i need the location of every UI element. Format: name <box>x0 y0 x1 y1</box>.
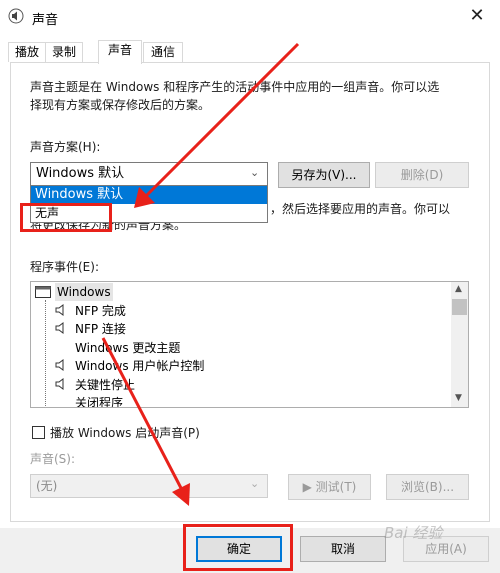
event-change-theme[interactable]: Windows 更改主题 <box>75 339 180 357</box>
event-close-program[interactable]: 关闭程序 <box>75 394 123 407</box>
event-nfp-complete[interactable]: NFP 完成 <box>75 302 126 320</box>
tab-playback[interactable]: 播放 <box>8 42 46 62</box>
cancel-button[interactable]: 取消 <box>300 536 386 562</box>
tab-recording[interactable]: 录制 <box>45 42 83 62</box>
speaker-icon <box>55 322 64 334</box>
delete-button[interactable]: 删除(D) <box>375 162 469 188</box>
event-critical-stop[interactable]: 关键性停止 <box>75 376 135 394</box>
description-line-1: 声音主题是在 Windows 和程序产生的活动事件中应用的一组声音。你可以选 <box>30 80 440 94</box>
tree-line <box>45 300 46 406</box>
startup-sound-checkbox[interactable] <box>32 426 45 439</box>
events-label: 程序事件(E): <box>30 260 99 274</box>
event-uac[interactable]: Windows 用户帐户控制 <box>75 357 204 375</box>
scheme-option-windows-default[interactable]: Windows 默认 <box>31 186 267 204</box>
scroll-thumb[interactable] <box>452 299 467 315</box>
annotation-box-ok <box>183 524 293 571</box>
chevron-down-icon: ⌄ <box>250 166 260 179</box>
close-button[interactable]: ✕ <box>462 4 492 30</box>
save-as-button[interactable]: 另存为(V)... <box>278 162 370 188</box>
watermark: Bai 经验 <box>384 524 443 542</box>
scroll-up-icon[interactable]: ▲ <box>455 284 462 294</box>
test-button[interactable]: ▶ 测试(T) <box>288 474 371 500</box>
description-line-2: 择现有方案或保存修改后的方案。 <box>30 98 211 112</box>
hint-line-1: ，然后选择要应用的声音。你可以 <box>270 202 451 216</box>
chevron-down-icon: ⌄ <box>250 477 260 490</box>
sound-label: 声音(S): <box>30 452 76 466</box>
speaker-icon <box>8 8 24 24</box>
event-close-program-clip: 关闭程序 <box>31 394 451 407</box>
startup-sound-label: 播放 Windows 启动声音(P) <box>50 426 200 440</box>
browse-button[interactable]: 浏览(B)... <box>386 474 469 500</box>
scheme-label: 声音方案(H): <box>30 140 101 154</box>
sound-select[interactable]: (无) <box>30 474 268 498</box>
window-title: 声音 <box>32 13 59 28</box>
speaker-icon <box>55 378 64 390</box>
title-bar <box>0 0 500 34</box>
event-group-windows[interactable]: Windows <box>55 283 113 301</box>
speaker-icon <box>55 359 64 371</box>
scheme-select[interactable]: Windows 默认 <box>30 162 268 186</box>
annotation-box-no-sounds <box>20 203 112 232</box>
tab-sounds[interactable]: 声音 <box>98 40 142 64</box>
event-nfp-connect[interactable]: NFP 连接 <box>75 320 126 338</box>
speaker-icon <box>55 304 64 316</box>
window-icon <box>35 286 51 298</box>
scroll-down-icon[interactable]: ▼ <box>455 393 462 403</box>
tab-communications[interactable]: 通信 <box>143 42 183 62</box>
